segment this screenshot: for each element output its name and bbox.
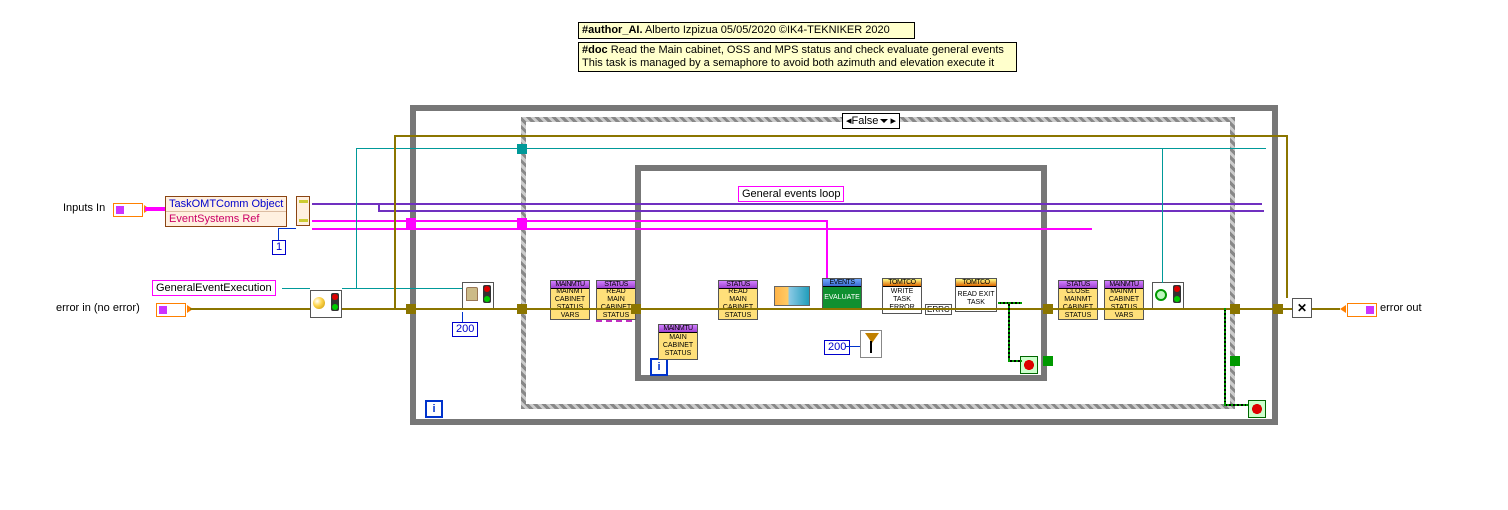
stop-terminal	[1020, 356, 1038, 374]
wire	[278, 228, 296, 229]
wire	[1008, 360, 1022, 362]
wire	[356, 148, 357, 288]
case-selector[interactable]: ◂ False ▸	[842, 113, 900, 129]
error-in-label: error in (no error)	[56, 302, 140, 314]
inputs-in-label: Inputs In	[63, 202, 105, 214]
wire	[342, 288, 462, 289]
node-status-read2: STATUS READ MAIN CABINET STATUS	[718, 280, 758, 320]
tunnel	[1043, 304, 1053, 314]
iteration-terminal: i	[650, 358, 668, 376]
unbundle-by-name: TaskOMTComm Object EventSystems Ref	[165, 196, 287, 227]
unbundle-row-eventsys: EventSystems Ref	[166, 212, 286, 226]
author-tag: #author_AI.	[582, 24, 643, 36]
wire	[394, 135, 396, 308]
error-out-terminal	[1347, 303, 1377, 317]
wire-bool	[998, 302, 1022, 304]
wire	[1162, 148, 1163, 283]
node-maincab-only: MAINMTU MAIN CABINET STATUS	[658, 324, 698, 360]
wire	[846, 346, 860, 347]
traffic-light-icon	[331, 293, 339, 311]
tunnel	[1230, 356, 1240, 366]
metronome-wait	[860, 330, 882, 358]
bundle-hmi-icon	[774, 286, 810, 306]
doc-tag: #doc	[582, 44, 608, 56]
node-maincab-vars2: MAINMTU MAINMT CABINET STATUS VARS	[1104, 280, 1144, 320]
wire-error	[342, 308, 1292, 310]
wire	[462, 312, 463, 322]
const-200b: 200	[824, 340, 850, 355]
tunnel	[631, 304, 641, 314]
wire	[394, 135, 1286, 137]
tunnel	[517, 218, 527, 228]
wire	[312, 228, 1092, 230]
wire	[278, 228, 279, 240]
iteration-terminal: i	[425, 400, 443, 418]
wire	[1224, 308, 1226, 404]
wire-cluster	[145, 207, 165, 211]
author-text: Alberto Izpizua 05/05/2020 ©IK4-TEKNIKER…	[643, 24, 890, 36]
inner-loop-label: General events loop	[738, 186, 844, 202]
wire	[1224, 404, 1248, 406]
wire-task-obj	[312, 203, 1262, 205]
tunnel	[1273, 304, 1283, 314]
node-status-close: STATUS CLOSE MAINMT CABINET STATUS	[1058, 280, 1098, 320]
wire-event-ref	[312, 220, 826, 222]
node-status-read1: STATUS READ MAIN CABINET STATUS	[596, 280, 636, 320]
tunnel	[406, 304, 416, 314]
wire	[356, 148, 1266, 149]
tunnel	[406, 218, 416, 228]
general-event-exec-label: GeneralEventExecution	[152, 280, 276, 296]
unbundle-row-task: TaskOMTComm Object	[166, 197, 286, 212]
doc-line1: Read the Main cabinet, OSS and MPS statu…	[608, 44, 1004, 56]
wire	[1286, 135, 1288, 298]
wire	[1008, 302, 1010, 360]
wire-semaphore-ref	[282, 288, 310, 289]
unbundle-handle-icon	[296, 196, 310, 226]
node-tomt-exit: TOMTCO READ EXIT TASK	[955, 278, 997, 312]
semaphore-acquire	[310, 290, 342, 318]
const-one: 1	[272, 240, 286, 255]
stop-terminal	[1248, 400, 1266, 418]
node-events-evaluate: EVENTS EVALUATE	[822, 278, 862, 310]
arrow-icon	[1340, 305, 1346, 313]
author-comment: #author_AI. Alberto Izpizua 05/05/2020 ©…	[578, 22, 915, 39]
tunnel	[1043, 356, 1053, 366]
case-value: False	[852, 114, 879, 128]
tunnel	[517, 144, 527, 154]
tunnel	[1230, 304, 1240, 314]
wire	[378, 203, 380, 210]
error-in-terminal	[156, 303, 186, 317]
error-out-label: error out	[1380, 302, 1422, 314]
tunnel	[517, 304, 527, 314]
wire-error	[1312, 308, 1340, 310]
wire-error	[190, 308, 310, 310]
doc-comment: #doc Read the Main cabinet, OSS and MPS …	[578, 42, 1017, 72]
inputs-in-terminal	[113, 203, 143, 217]
node-maincab-vars: MAINMTU MAINMT CABINET STATUS VARS	[550, 280, 590, 320]
merge-errors	[1292, 298, 1312, 318]
wire	[378, 210, 1264, 212]
doc-line2: This task is managed by a semaphore to a…	[582, 57, 994, 69]
